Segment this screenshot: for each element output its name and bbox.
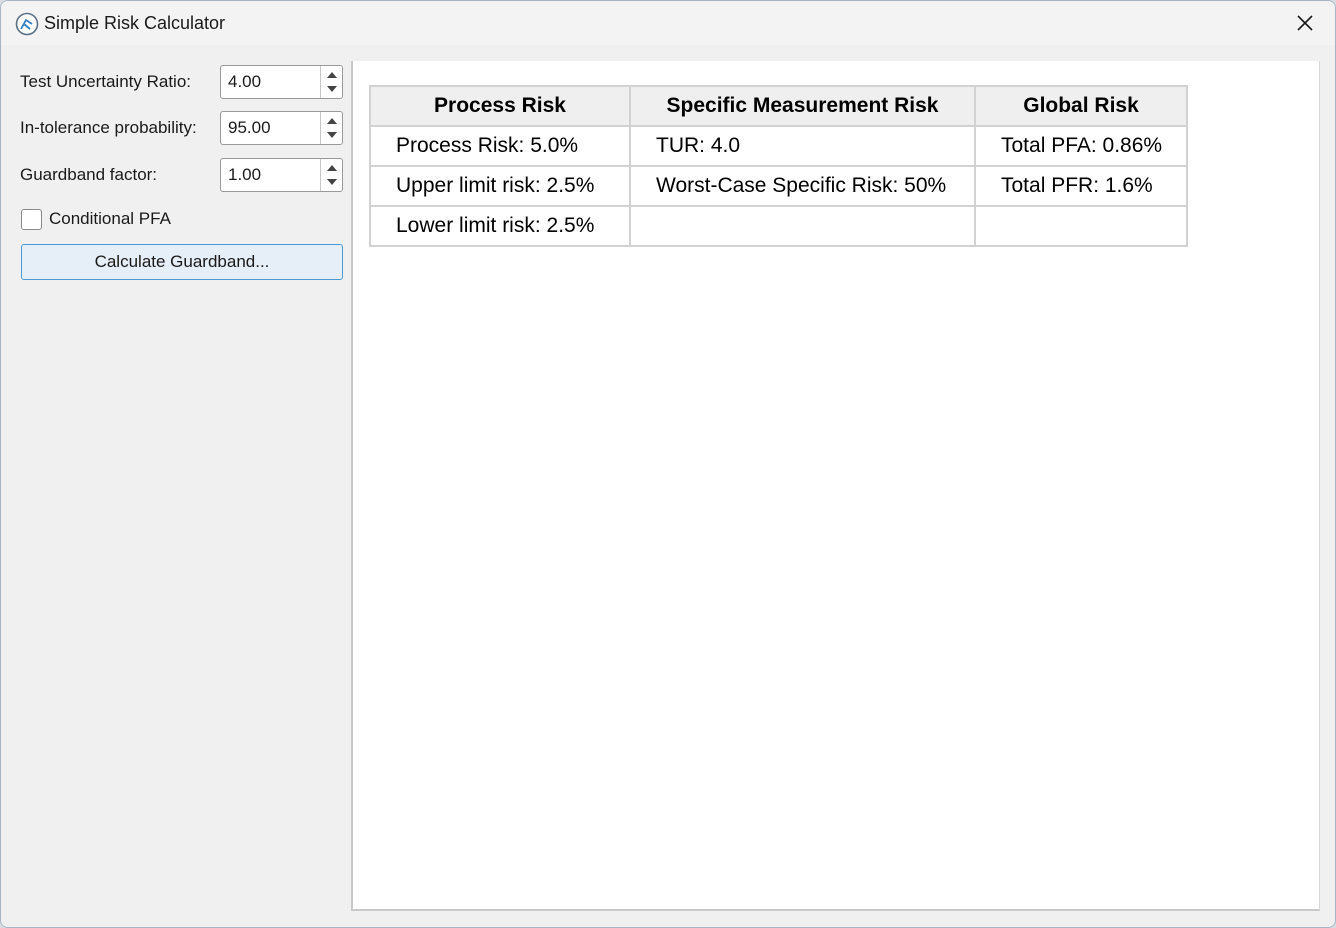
spin-divider bbox=[320, 66, 321, 98]
table-row: Upper limit risk: 2.5% Worst-Case Specif… bbox=[369, 165, 1188, 207]
arrow-up-icon bbox=[327, 165, 337, 171]
app-window: Simple Risk Calculator Test Uncertainty … bbox=[0, 0, 1336, 928]
close-button[interactable] bbox=[1283, 5, 1327, 41]
window-edge bbox=[1320, 61, 1335, 927]
risk-table: Process Risk Specific Measurement Risk G… bbox=[369, 85, 1188, 247]
arrow-up-icon bbox=[327, 72, 337, 78]
arrow-up-icon bbox=[327, 118, 337, 124]
tur-increment-button[interactable] bbox=[325, 69, 339, 81]
column-header: Process Risk bbox=[369, 85, 631, 127]
table-cell: Upper limit risk: 2.5% bbox=[369, 165, 631, 207]
gb-input[interactable]: 1.00 bbox=[228, 165, 261, 185]
table-cell: Process Risk: 5.0% bbox=[369, 125, 631, 167]
table-row: Lower limit risk: 2.5% bbox=[369, 205, 1188, 247]
itp-increment-button[interactable] bbox=[325, 115, 339, 127]
window-title: Simple Risk Calculator bbox=[44, 13, 226, 33]
gb-increment-button[interactable] bbox=[325, 162, 339, 174]
settings-panel: Test Uncertainty Ratio: 4.00 In-toleranc… bbox=[1, 45, 351, 927]
column-header: Global Risk bbox=[974, 85, 1188, 127]
table-header-row: Process Risk Specific Measurement Risk G… bbox=[369, 85, 1188, 127]
table-cell: TUR: 4.0 bbox=[629, 125, 976, 167]
table-cell bbox=[974, 205, 1188, 247]
calculate-guardband-button[interactable]: Calculate Guardband... bbox=[21, 244, 343, 280]
gb-spinbox[interactable]: 1.00 bbox=[220, 158, 343, 192]
table-cell bbox=[629, 205, 976, 247]
spin-divider bbox=[320, 159, 321, 191]
spin-divider bbox=[320, 112, 321, 144]
tur-decrement-button[interactable] bbox=[325, 83, 339, 95]
gb-label: Guardband factor: bbox=[20, 165, 158, 184]
tur-input[interactable]: 4.00 bbox=[228, 72, 261, 92]
conditional-pfa-checkbox[interactable] bbox=[21, 209, 42, 230]
arrow-down-icon bbox=[327, 132, 337, 138]
table-cell: Total PFA: 0.86% bbox=[974, 125, 1188, 167]
table-cell: Worst-Case Specific Risk: 50% bbox=[629, 165, 976, 207]
itp-decrement-button[interactable] bbox=[325, 129, 339, 141]
arrow-down-icon bbox=[327, 179, 337, 185]
tur-spinbox[interactable]: 4.00 bbox=[220, 65, 343, 99]
gb-decrement-button[interactable] bbox=[325, 176, 339, 188]
itp-input[interactable]: 95.00 bbox=[228, 118, 271, 138]
tur-label: Test Uncertainty Ratio: bbox=[20, 72, 192, 91]
results-panel: Process Risk Specific Measurement Risk G… bbox=[351, 61, 1320, 911]
itp-label: In-tolerance probability: bbox=[20, 118, 197, 137]
app-icon bbox=[15, 12, 39, 36]
column-header: Specific Measurement Risk bbox=[629, 85, 976, 127]
table-cell: Lower limit risk: 2.5% bbox=[369, 205, 631, 247]
arrow-down-icon bbox=[327, 86, 337, 92]
title-bar: Simple Risk Calculator bbox=[1, 1, 1335, 45]
close-icon bbox=[1297, 15, 1313, 31]
itp-spinbox[interactable]: 95.00 bbox=[220, 111, 343, 145]
table-row: Process Risk: 5.0% TUR: 4.0 Total PFA: 0… bbox=[369, 125, 1188, 167]
conditional-pfa-label[interactable]: Conditional PFA bbox=[49, 209, 171, 229]
table-cell: Total PFR: 1.6% bbox=[974, 165, 1188, 207]
